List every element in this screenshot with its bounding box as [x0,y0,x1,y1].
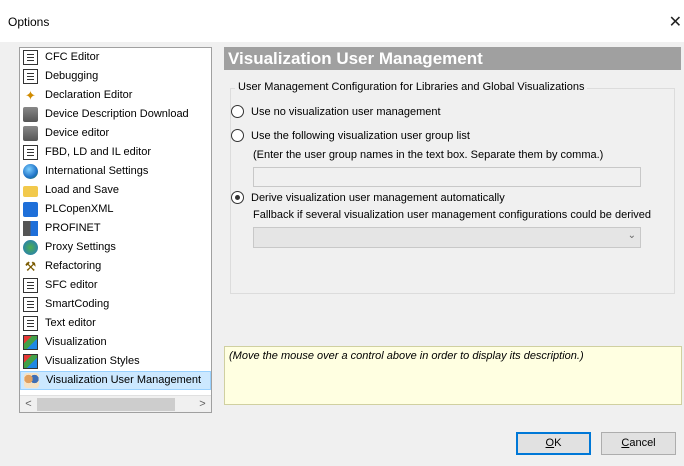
device-download-icon [23,107,38,122]
description-box: (Move the mouse over a control above in … [224,346,682,405]
tree-item[interactable]: SFC editor [20,276,211,295]
panel-title: Visualization User Management [224,47,681,70]
tree-item[interactable]: PLCopenXML [20,200,211,219]
declaration-icon: ✦ [25,88,36,103]
scrollbar-thumb[interactable] [37,398,175,411]
tree-item[interactable]: CFC Editor [20,48,211,67]
radio-no-user-management[interactable]: Use no visualization user management [231,105,441,118]
tree-item-label: Proxy Settings [45,241,116,253]
tree-item[interactable]: International Settings [20,162,211,181]
tree-item[interactable]: Device Description Download [20,105,211,124]
tree-item[interactable]: Visualization Styles [20,352,211,371]
tree-item[interactable]: FBD, LD and IL editor [20,143,211,162]
tree-item-label: Device editor [45,127,110,139]
tree-item[interactable]: Visualization [20,333,211,352]
radio-button[interactable] [231,105,244,118]
tree-item-label: FBD, LD and IL editor [45,146,151,158]
sfc-icon [23,278,38,293]
fbd-icon [23,145,38,160]
proxy-icon [23,240,38,255]
radio-button-checked[interactable] [231,191,244,204]
group-list-hint: (Enter the user group names in the text … [253,149,604,161]
tree-item[interactable]: ⚒ Refactoring [20,257,211,276]
tree-item-label: SmartCoding [45,298,110,310]
scroll-right-icon[interactable]: > [194,396,211,413]
horizontal-scrollbar[interactable]: < > [20,395,211,412]
smartcoding-icon [23,297,38,312]
tree-item[interactable]: Text editor [20,314,211,333]
doc-icon [23,50,38,65]
tree-item-label: Device Description Download [45,108,189,120]
ok-button[interactable]: OK [516,432,591,455]
user-management-icon [24,373,39,388]
tree-item[interactable]: Proxy Settings [20,238,211,257]
radio-label: Use the following visualization user gro… [251,129,470,142]
tree-item[interactable]: ✦ Declaration Editor [20,86,211,105]
folder-icon [23,186,38,197]
tree-item-label: International Settings [45,165,149,177]
tree-item-label: Visualization Styles [45,355,140,367]
radio-derive-automatically[interactable]: Derive visualization user management aut… [231,191,505,204]
options-category-tree[interactable]: CFC Editor Debugging ✦ Declaration Editor De… [19,47,212,413]
refactoring-icon: ⚒ [24,259,37,274]
visualization-styles-icon [23,354,38,369]
tree-item[interactable]: Device editor [20,124,211,143]
scroll-left-icon[interactable]: < [20,396,37,413]
tree-item-label: Visualization [45,336,107,348]
tree-item-label: Text editor [45,317,96,329]
globe-icon [23,164,38,179]
plcopen-icon [23,202,38,217]
tree-item-label: SFC editor [45,279,98,291]
profinet-icon [23,221,38,236]
tree-item-label: Declaration Editor [45,89,133,101]
radio-button[interactable] [231,129,244,142]
settings-panel: Visualization User Management User Manag… [224,47,681,344]
tree-item[interactable]: SmartCoding [20,295,211,314]
tree-item-label: CFC Editor [45,51,100,63]
tree-item-label: Visualization User Management [46,374,202,386]
tree-item[interactable]: PROFINET [20,219,211,238]
tree-item[interactable]: Load and Save [20,181,211,200]
cancel-button[interactable]: Cancel [601,432,676,455]
tree-list: CFC Editor Debugging ✦ Declaration Editor De… [20,48,211,395]
user-group-list-input[interactable] [253,167,641,187]
radio-user-group-list[interactable]: Use the following visualization user gro… [231,129,470,142]
radio-label: Derive visualization user management aut… [251,191,505,204]
window-title: Options [8,15,50,29]
tree-item-label: PLCopenXML [45,203,114,215]
close-icon[interactable]: ✕ [669,12,682,31]
group-label: User Management Configuration for Librar… [235,81,588,93]
chevron-down-icon[interactable]: ⌄ [628,230,636,241]
device-icon [23,126,38,141]
tree-item-label: Debugging [45,70,99,82]
fallback-dropdown[interactable]: ⌄ [253,227,641,248]
debug-icon [23,69,38,84]
fallback-label: Fallback if several visualization user m… [253,209,652,221]
visualization-icon [23,335,38,350]
tree-item-label: Load and Save [45,184,120,196]
tree-item-label: Refactoring [45,260,102,272]
tree-item[interactable]: Debugging [20,67,211,86]
tree-item-label: PROFINET [45,222,101,234]
tree-item[interactable]: Visualization User Management [20,371,211,390]
radio-label: Use no visualization user management [251,105,441,118]
title-bar: Options ✕ [0,0,684,42]
text-editor-icon [23,316,38,331]
